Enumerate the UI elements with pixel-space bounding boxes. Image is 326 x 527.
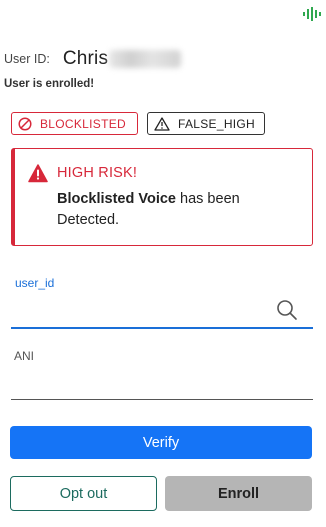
ani-input-underline [11, 399, 313, 400]
ani-input[interactable] [11, 364, 311, 398]
blocklisted-badge: BLOCKLISTED [11, 112, 138, 135]
enroll-button[interactable]: Enroll [165, 476, 312, 511]
false-high-badge: FALSE_HIGH [147, 112, 265, 135]
warning-icon [28, 164, 48, 183]
user-id-field-label: user_id [15, 276, 55, 290]
sound-wave-icon [303, 7, 321, 21]
user-id-input-underline [11, 327, 313, 329]
blocklisted-badge-label: BLOCKLISTED [40, 116, 126, 131]
alert-title: HIGH RISK! [57, 165, 138, 181]
user-id-value: Chris [62, 48, 109, 69]
opt-out-button[interactable]: Opt out [10, 476, 157, 511]
user-id-input[interactable] [11, 292, 275, 326]
user-id-row: User ID: Chris [4, 46, 182, 72]
enrollment-status: User is enrolled! [4, 78, 95, 90]
false-high-badge-label: FALSE_HIGH [178, 116, 256, 131]
warning-icon [154, 116, 170, 131]
verify-button[interactable]: Verify [10, 426, 312, 459]
prohibited-icon [18, 116, 32, 131]
redacted-name-blur [109, 50, 182, 68]
ani-field-label: ANI [14, 349, 35, 363]
alert-message: Blocklisted Voice has been Detected. [57, 189, 277, 231]
alert-message-bold: Blocklisted Voice [57, 191, 176, 207]
high-risk-alert: HIGH RISK! Blocklisted Voice has been De… [11, 148, 313, 246]
user-id-label: User ID: [4, 52, 50, 66]
search-icon[interactable] [276, 299, 298, 321]
